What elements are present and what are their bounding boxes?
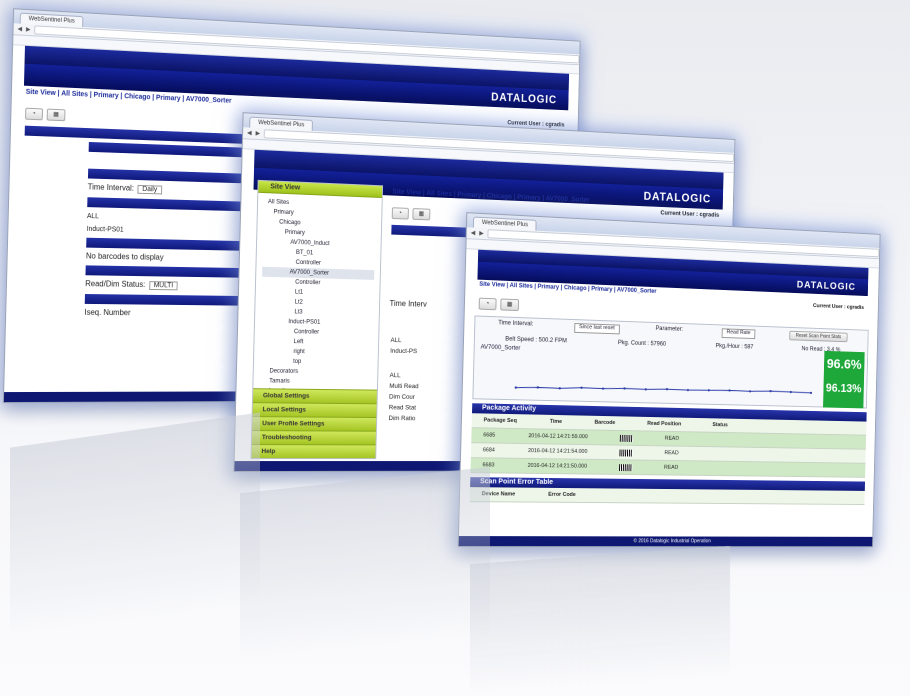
kpi-value-2: 96.13%	[825, 381, 862, 396]
col-header[interactable]: Time	[550, 419, 562, 425]
kpi-value-1: 96.6%	[826, 355, 862, 372]
site-tree: All Sites Primary Chicago Primary AV7000…	[253, 193, 382, 402]
scan-point-label: ALL	[86, 213, 100, 221]
cell-status: READ	[664, 450, 679, 457]
series-line	[516, 385, 811, 396]
pkg-count: Pkg. Count : 57960	[617, 340, 667, 348]
cell-time: 2016-04-12 14:21:54.000	[527, 448, 588, 455]
belt-speed: Belt Speed : 500.2 FPM	[505, 336, 567, 345]
data-point	[809, 391, 813, 395]
report-button[interactable]: ▦	[412, 208, 431, 221]
forward-icon[interactable]: ▶	[479, 230, 484, 237]
menu-local-settings[interactable]: Local Settings	[252, 402, 377, 418]
menu-troubleshooting[interactable]: Troubleshooting	[251, 430, 376, 445]
data-point	[558, 387, 561, 390]
col-header[interactable]: Read Position	[647, 421, 681, 427]
screenshot-stage: WebSentinel Plus ◀ ▶ DATALOGIC Site View …	[0, 0, 910, 696]
back-icon[interactable]: ◀	[247, 129, 252, 136]
read-rate-chart	[509, 366, 817, 422]
data-point	[789, 390, 792, 394]
forward-icon[interactable]: ▶	[26, 26, 31, 33]
data-point	[665, 388, 669, 391]
pkg-hour: Pkg./Hour : 587	[715, 343, 754, 351]
barcode-icon	[619, 449, 633, 457]
data-point	[536, 386, 540, 389]
parameter-select[interactable]: Read Rate	[721, 328, 756, 340]
cell-time: 2016-04-12 14:21:59.000	[528, 433, 588, 441]
dashboard-button[interactable]: ◔	[25, 107, 43, 121]
datalogic-logo: DATALOGIC	[490, 90, 558, 107]
data-point	[623, 387, 626, 390]
col-header[interactable]: Package Seq	[484, 417, 517, 424]
time-interval-select[interactable]: Daily	[137, 184, 162, 195]
barcode-icon	[619, 434, 634, 442]
cell-status: READ	[664, 435, 680, 442]
footer-bar: © 2016 Datalogic Industrial Operation	[458, 536, 873, 547]
data-point	[601, 387, 605, 390]
time-interval-select[interactable]: Since last reset	[574, 323, 620, 335]
read-dim-select[interactable]: MULTI	[148, 281, 178, 291]
menu-global-settings[interactable]: Global Settings	[252, 388, 377, 404]
cell-seq: 6685	[483, 432, 496, 439]
browser-window-3: WebSentinel Plus ◀ ▶ DATALOGIC Site View …	[457, 212, 881, 548]
menu-user-profile-settings[interactable]: User Profile Settings	[252, 416, 377, 431]
data-point	[707, 389, 710, 392]
site-sidebar: Site View All Sites Primary Chicago Prim…	[250, 179, 384, 460]
dashboard-button[interactable]: ◔	[391, 207, 409, 220]
reflection-1	[10, 412, 260, 638]
reflection-3	[470, 545, 730, 695]
report-button[interactable]: ▦	[46, 108, 66, 122]
error-table-header: Device Name Error Code	[469, 487, 865, 505]
reset-stats-button[interactable]: Reset Scan Point Stats	[789, 330, 848, 343]
cell-time: 2016-04-12 14:21:50.000	[527, 462, 588, 470]
report-button[interactable]: ▦	[499, 298, 520, 312]
cell-status: READ	[664, 464, 679, 471]
col-header[interactable]: Barcode	[594, 420, 615, 426]
barcode-icon	[619, 463, 633, 471]
data-point	[728, 389, 731, 392]
time-interval-label: Time Interval:	[498, 320, 534, 328]
reflection-2	[240, 466, 490, 664]
data-point	[769, 389, 772, 393]
data-point	[514, 386, 518, 389]
forward-icon[interactable]: ▶	[255, 130, 260, 137]
cell-seq: 6684	[482, 447, 495, 454]
datalogic-logo: DATALOGIC	[796, 279, 856, 293]
dashboard-button[interactable]: ◔	[478, 297, 497, 311]
back-icon[interactable]: ◀	[471, 229, 476, 236]
col-header[interactable]: Error Code	[548, 492, 576, 498]
read-dim-label: Read/Dim Status:	[85, 279, 146, 289]
settings-menu: Global Settings Local Settings User Prof…	[251, 388, 377, 459]
package-grid: Package Seq Time Barcode Read Position S…	[470, 413, 867, 478]
data-point	[644, 388, 647, 391]
time-interval-label: Time Interval:	[87, 182, 135, 193]
parameter-label: Parameter:	[655, 325, 684, 333]
back-icon[interactable]: ◀	[17, 25, 22, 32]
menu-help[interactable]: Help	[251, 444, 376, 459]
col-header[interactable]: Status	[712, 422, 727, 428]
data-point	[748, 390, 752, 393]
data-point	[580, 386, 583, 389]
scan-point-label: Induct-PS01	[86, 225, 124, 234]
data-point	[686, 388, 690, 392]
read-rate-kpi: 96.6% 96.13%	[823, 350, 865, 409]
